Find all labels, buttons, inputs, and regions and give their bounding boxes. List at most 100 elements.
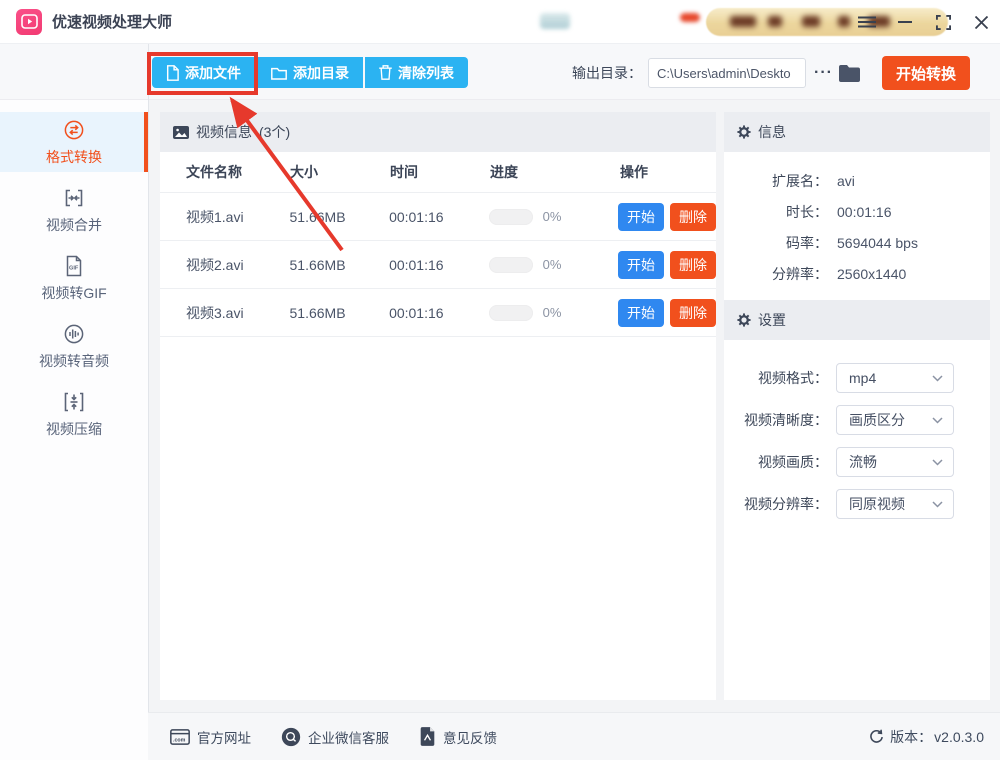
blurred-notification-badge bbox=[680, 13, 700, 22]
table-row: 视频2.avi 51.66MB 00:01:16 0% 开始 删除 bbox=[160, 241, 716, 289]
footer: .com 官方网址 企业微信客服 意见反馈 版本：v2.0.3.0 bbox=[148, 712, 1000, 760]
folder-icon bbox=[271, 66, 287, 80]
clear-list-label: 清除列表 bbox=[398, 63, 454, 83]
settings-panel-header: 设置 bbox=[724, 300, 990, 340]
info-value: 5694044 bps bbox=[837, 235, 918, 251]
gif-icon: GIF bbox=[62, 254, 86, 278]
info-value: 2560x1440 bbox=[837, 266, 906, 282]
col-size: 大小 bbox=[290, 162, 390, 182]
clear-list-button[interactable]: 清除列表 bbox=[365, 57, 468, 88]
col-time: 时间 bbox=[390, 162, 490, 182]
wechat-support-link[interactable]: 企业微信客服 bbox=[281, 727, 389, 747]
feedback-icon bbox=[419, 727, 436, 746]
sidebar-item-video-compress[interactable]: 视频压缩 bbox=[0, 384, 148, 444]
info-label: 扩展名： bbox=[724, 171, 828, 191]
video-list-title: 视频信息 bbox=[196, 122, 252, 142]
progress-bar bbox=[489, 305, 533, 321]
row-start-button[interactable]: 开始 bbox=[618, 299, 664, 327]
select-value: 画质区分 bbox=[849, 410, 932, 430]
info-panel-title: 信息 bbox=[758, 122, 786, 142]
trash-icon bbox=[379, 65, 392, 80]
video-quality-select[interactable]: 流畅 bbox=[836, 447, 954, 477]
progress-percent: 0% bbox=[543, 257, 562, 272]
hamburger-icon bbox=[858, 16, 876, 28]
gear-icon bbox=[737, 313, 751, 327]
wechat-support-icon bbox=[281, 727, 301, 747]
file-icon bbox=[166, 65, 179, 81]
refresh-icon[interactable] bbox=[869, 729, 884, 744]
start-convert-button[interactable]: 开始转换 bbox=[882, 56, 970, 90]
video-list-count: (3个) bbox=[259, 122, 290, 142]
select-value: 流畅 bbox=[849, 452, 932, 472]
info-label: 码率： bbox=[724, 233, 828, 253]
close-button[interactable] bbox=[962, 0, 1000, 44]
menu-button[interactable] bbox=[848, 0, 886, 44]
video-resolution-select[interactable]: 同原视频 bbox=[836, 489, 954, 519]
chevron-down-icon bbox=[932, 417, 943, 424]
row-delete-button[interactable]: 删除 bbox=[670, 299, 716, 327]
open-folder-button[interactable] bbox=[839, 65, 860, 82]
col-filename: 文件名称 bbox=[186, 162, 290, 182]
file-size: 51.66MB bbox=[290, 305, 390, 321]
add-file-button[interactable]: 添加文件 bbox=[152, 57, 255, 88]
select-value: 同原视频 bbox=[849, 494, 932, 514]
chevron-down-icon bbox=[932, 375, 943, 382]
sidebar-item-video-to-audio[interactable]: 视频转音频 bbox=[0, 316, 148, 376]
sidebar-item-video-to-gif[interactable]: GIF 视频转GIF bbox=[0, 248, 148, 308]
minimize-icon bbox=[898, 21, 912, 23]
setting-label: 视频清晰度： bbox=[724, 410, 828, 430]
official-website-link[interactable]: .com 官方网址 bbox=[170, 727, 251, 747]
progress-bar bbox=[489, 257, 533, 273]
col-progress: 进度 bbox=[490, 162, 620, 182]
image-icon bbox=[173, 126, 189, 139]
sidebar-item-label: 视频转音频 bbox=[39, 351, 109, 371]
output-dir-input[interactable] bbox=[648, 58, 806, 88]
select-value: mp4 bbox=[849, 370, 932, 386]
wechat-support-label: 企业微信客服 bbox=[308, 727, 389, 747]
minimize-button[interactable] bbox=[886, 0, 924, 44]
file-size: 51.66MB bbox=[290, 209, 390, 225]
file-time: 00:01:16 bbox=[389, 257, 489, 273]
settings-fields: 视频格式： mp4 视频清晰度： 画质区分 视频画质： 流畅 视频分辨率： 同原… bbox=[724, 340, 990, 525]
progress-bar bbox=[489, 209, 533, 225]
add-directory-button[interactable]: 添加目录 bbox=[257, 57, 363, 88]
chevron-down-icon bbox=[932, 459, 943, 466]
file-name: 视频3.avi bbox=[186, 303, 290, 323]
setting-label: 视频格式： bbox=[724, 368, 828, 388]
fullscreen-icon bbox=[936, 15, 951, 30]
setting-label: 视频分辨率： bbox=[724, 494, 828, 514]
file-time: 00:01:16 bbox=[389, 209, 489, 225]
version-info: 版本：v2.0.3.0 bbox=[869, 727, 984, 747]
blurred-badge bbox=[540, 13, 570, 29]
app-title: 优速视频处理大师 bbox=[52, 11, 172, 32]
svg-text:GIF: GIF bbox=[69, 265, 79, 271]
setting-label: 视频画质： bbox=[724, 452, 828, 472]
folder-filled-icon bbox=[839, 65, 860, 82]
audio-icon bbox=[62, 322, 86, 346]
info-fields: 扩展名： avi 时长： 00:01:16 码率： 5694044 bps 分辨… bbox=[724, 152, 990, 300]
video-format-select[interactable]: mp4 bbox=[836, 363, 954, 393]
sidebar-item-label: 视频合并 bbox=[46, 215, 102, 235]
sidebar-item-format-convert[interactable]: 格式转换 bbox=[0, 112, 148, 172]
sidebar-item-label: 视频压缩 bbox=[46, 419, 102, 439]
right-panel: 信息 扩展名： avi 时长： 00:01:16 码率： 5694044 bps… bbox=[724, 112, 990, 700]
file-size: 51.66MB bbox=[290, 257, 390, 273]
browse-more-button[interactable]: ··· bbox=[814, 64, 833, 82]
feedback-link[interactable]: 意见反馈 bbox=[419, 727, 497, 747]
table-column-headers: 文件名称 大小 时间 进度 操作 bbox=[160, 152, 716, 193]
official-website-label: 官方网址 bbox=[197, 727, 251, 747]
version-label: 版本： bbox=[890, 727, 932, 747]
row-start-button[interactable]: 开始 bbox=[618, 203, 664, 231]
convert-icon bbox=[62, 118, 86, 142]
progress-percent: 0% bbox=[543, 209, 562, 224]
svg-text:.com: .com bbox=[173, 737, 186, 743]
chevron-down-icon bbox=[932, 501, 943, 508]
table-row: 视频3.avi 51.66MB 00:01:16 0% 开始 删除 bbox=[160, 289, 716, 337]
row-delete-button[interactable]: 删除 bbox=[670, 251, 716, 279]
row-delete-button[interactable]: 删除 bbox=[670, 203, 716, 231]
video-clarity-select[interactable]: 画质区分 bbox=[836, 405, 954, 435]
info-panel-header: 信息 bbox=[724, 112, 990, 152]
row-start-button[interactable]: 开始 bbox=[618, 251, 664, 279]
sidebar-item-video-merge[interactable]: 视频合并 bbox=[0, 180, 148, 240]
maximize-button[interactable] bbox=[924, 0, 962, 44]
